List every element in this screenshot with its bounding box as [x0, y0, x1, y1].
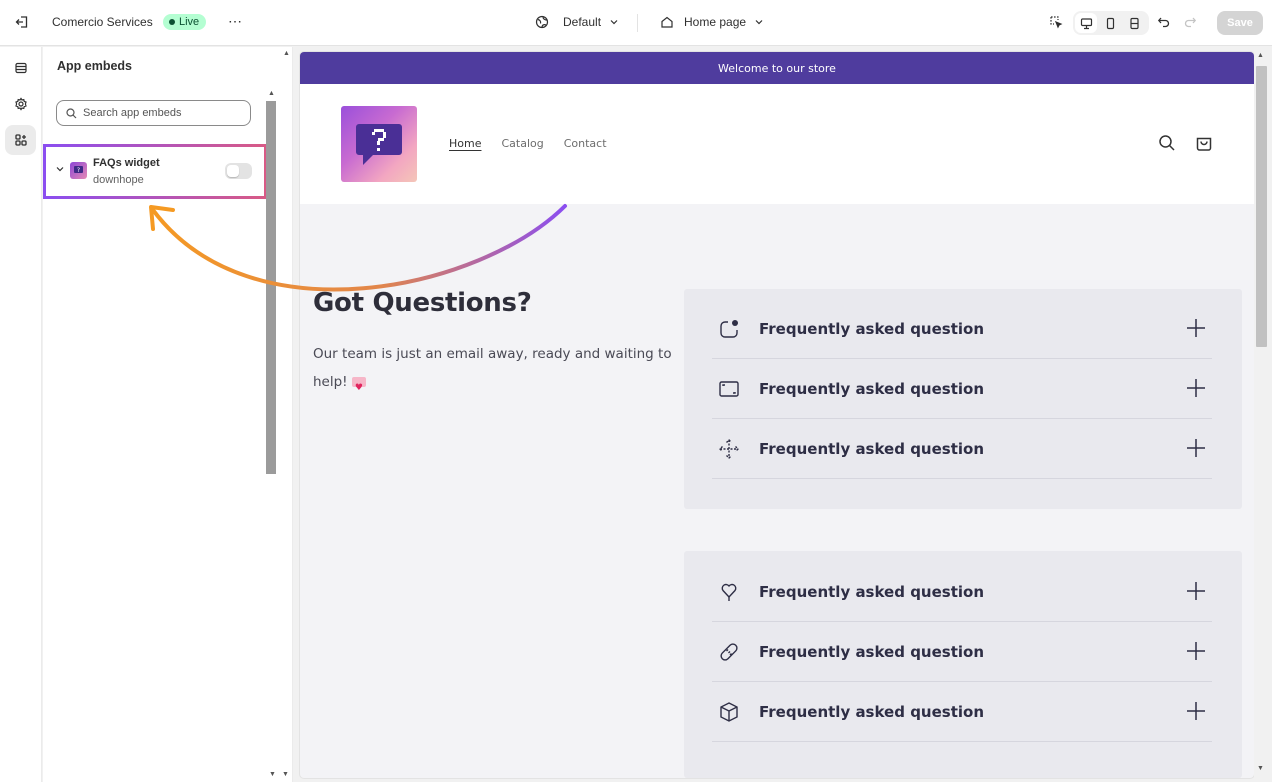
faq-item[interactable]: Frequently asked question — [712, 359, 1212, 419]
expand-plus-icon[interactable] — [1186, 318, 1206, 343]
search-input[interactable] — [83, 107, 233, 119]
device-view-group — [1073, 11, 1149, 35]
faq-group-1: Frequently asked question Frequently ask… — [684, 289, 1242, 509]
theme-selector[interactable]: Default — [535, 15, 619, 29]
faq-item[interactable]: Frequently asked question — [712, 299, 1212, 359]
faq-subtext: Our team is just an email away, ready an… — [313, 340, 673, 402]
faq-subtext-text: Our team is just an email away, ready an… — [313, 346, 672, 390]
preview-scroll-up-icon[interactable]: ▲ — [1257, 52, 1264, 59]
top-bar: Comercio Services Live ⋯ Default Home pa… — [0, 0, 1272, 46]
panel-scrollbar[interactable] — [266, 101, 276, 474]
nav-home-link[interactable]: Home — [449, 137, 481, 150]
faqs-widget-embed[interactable]: ? FAQs widget downhope — [43, 144, 267, 199]
exit-icon[interactable] — [15, 15, 29, 29]
faq-heading: Got Questions? — [313, 288, 532, 318]
fullscreen-view-icon[interactable] — [1123, 13, 1145, 33]
embed-enable-toggle[interactable] — [225, 163, 252, 179]
chevron-down-icon — [755, 20, 763, 25]
redo-icon[interactable] — [1183, 15, 1197, 29]
settings-gear-icon[interactable] — [5, 89, 36, 119]
cart-icon[interactable] — [1195, 134, 1213, 157]
svg-text:?: ? — [77, 167, 80, 174]
inspector-icon[interactable] — [1049, 15, 1063, 29]
faq-question: Frequently asked question — [759, 702, 985, 721]
live-status-badge: Live — [163, 14, 207, 30]
faq-item[interactable]: Frequently asked question — [712, 622, 1212, 682]
faq-group-2: Frequently asked question Frequently ask… — [684, 551, 1242, 778]
announcement-bar: Welcome to our store — [300, 52, 1254, 84]
expand-plus-icon[interactable] — [1186, 641, 1206, 666]
store-preview: Welcome to our store Home Catalog Contac… — [300, 52, 1254, 778]
live-label: Live — [179, 16, 200, 28]
faq-question: Frequently asked question — [759, 439, 985, 458]
move-arrows-icon — [718, 438, 740, 460]
chevron-down-icon — [610, 20, 618, 25]
mobile-view-icon[interactable] — [1099, 13, 1121, 33]
bandage-icon — [718, 641, 740, 663]
app-embeds-icon[interactable] — [5, 125, 36, 155]
embed-developer: downhope — [93, 174, 144, 186]
preview-scrollbar-thumb[interactable] — [1256, 66, 1267, 347]
sections-icon[interactable] — [5, 53, 36, 83]
store-header: Home Catalog Contact — [300, 84, 1254, 204]
faq-question: Frequently asked question — [759, 319, 985, 338]
globe-icon — [535, 15, 549, 29]
search-app-embeds-field[interactable] — [56, 100, 251, 126]
nav-contact-link[interactable]: Contact — [564, 137, 607, 150]
search-icon[interactable] — [1158, 134, 1176, 157]
faq-question: Frequently asked question — [759, 379, 985, 398]
box-icon — [718, 701, 740, 723]
save-button[interactable]: Save — [1217, 11, 1263, 35]
toggle-knob — [227, 165, 239, 177]
panel-outer-scroll-down-icon[interactable]: ▼ — [282, 771, 289, 778]
panel-title: App embeds — [57, 59, 133, 73]
faq-item[interactable]: Frequently asked question — [712, 562, 1212, 622]
panel-scroll-down-icon[interactable]: ▼ — [269, 771, 276, 778]
expand-plus-icon[interactable] — [1186, 701, 1206, 726]
list-scroll-up-icon[interactable]: ▲ — [268, 90, 275, 97]
faq-item[interactable]: Frequently asked question — [712, 419, 1212, 479]
expand-plus-icon[interactable] — [1186, 378, 1206, 403]
topbar-divider — [637, 14, 638, 32]
expand-plus-icon[interactable] — [1186, 438, 1206, 463]
home-icon — [661, 16, 673, 28]
faq-question: Frequently asked question — [759, 642, 985, 661]
theme-label: Default — [563, 15, 602, 29]
main-nav: Home Catalog Contact — [449, 137, 607, 150]
frame-icon — [718, 378, 740, 400]
live-dot-icon — [169, 19, 175, 25]
more-actions-button[interactable]: ⋯ — [228, 13, 243, 30]
undo-icon[interactable] — [1157, 15, 1171, 29]
page-selector[interactable]: Home page — [660, 15, 764, 29]
nav-catalog-link[interactable]: Catalog — [501, 137, 543, 150]
store-name: Comercio Services — [52, 15, 153, 29]
app-embeds-panel: App embeds ▲ ▲ ? FAQs widget downhope ▼ … — [43, 47, 293, 782]
page-label: Home page — [684, 15, 747, 29]
left-rail — [0, 47, 42, 782]
faq-item[interactable]: Frequently asked question — [712, 682, 1212, 742]
preview-scroll-down-icon[interactable]: ▼ — [1257, 765, 1264, 772]
faq-question: Frequently asked question — [759, 582, 985, 601]
love-letter-icon — [351, 374, 366, 402]
search-icon — [66, 107, 77, 118]
desktop-view-icon[interactable] — [1075, 13, 1097, 33]
chat-bubble-icon — [718, 318, 740, 340]
faqs-widget-logo-icon: ? — [70, 162, 87, 179]
store-logo[interactable] — [341, 106, 417, 182]
panel-scroll-up-icon[interactable]: ▲ — [283, 50, 290, 57]
heart-pin-icon — [718, 581, 740, 603]
expand-plus-icon[interactable] — [1186, 581, 1206, 606]
embed-name: FAQs widget — [93, 157, 160, 169]
chevron-down-icon[interactable] — [55, 164, 65, 174]
